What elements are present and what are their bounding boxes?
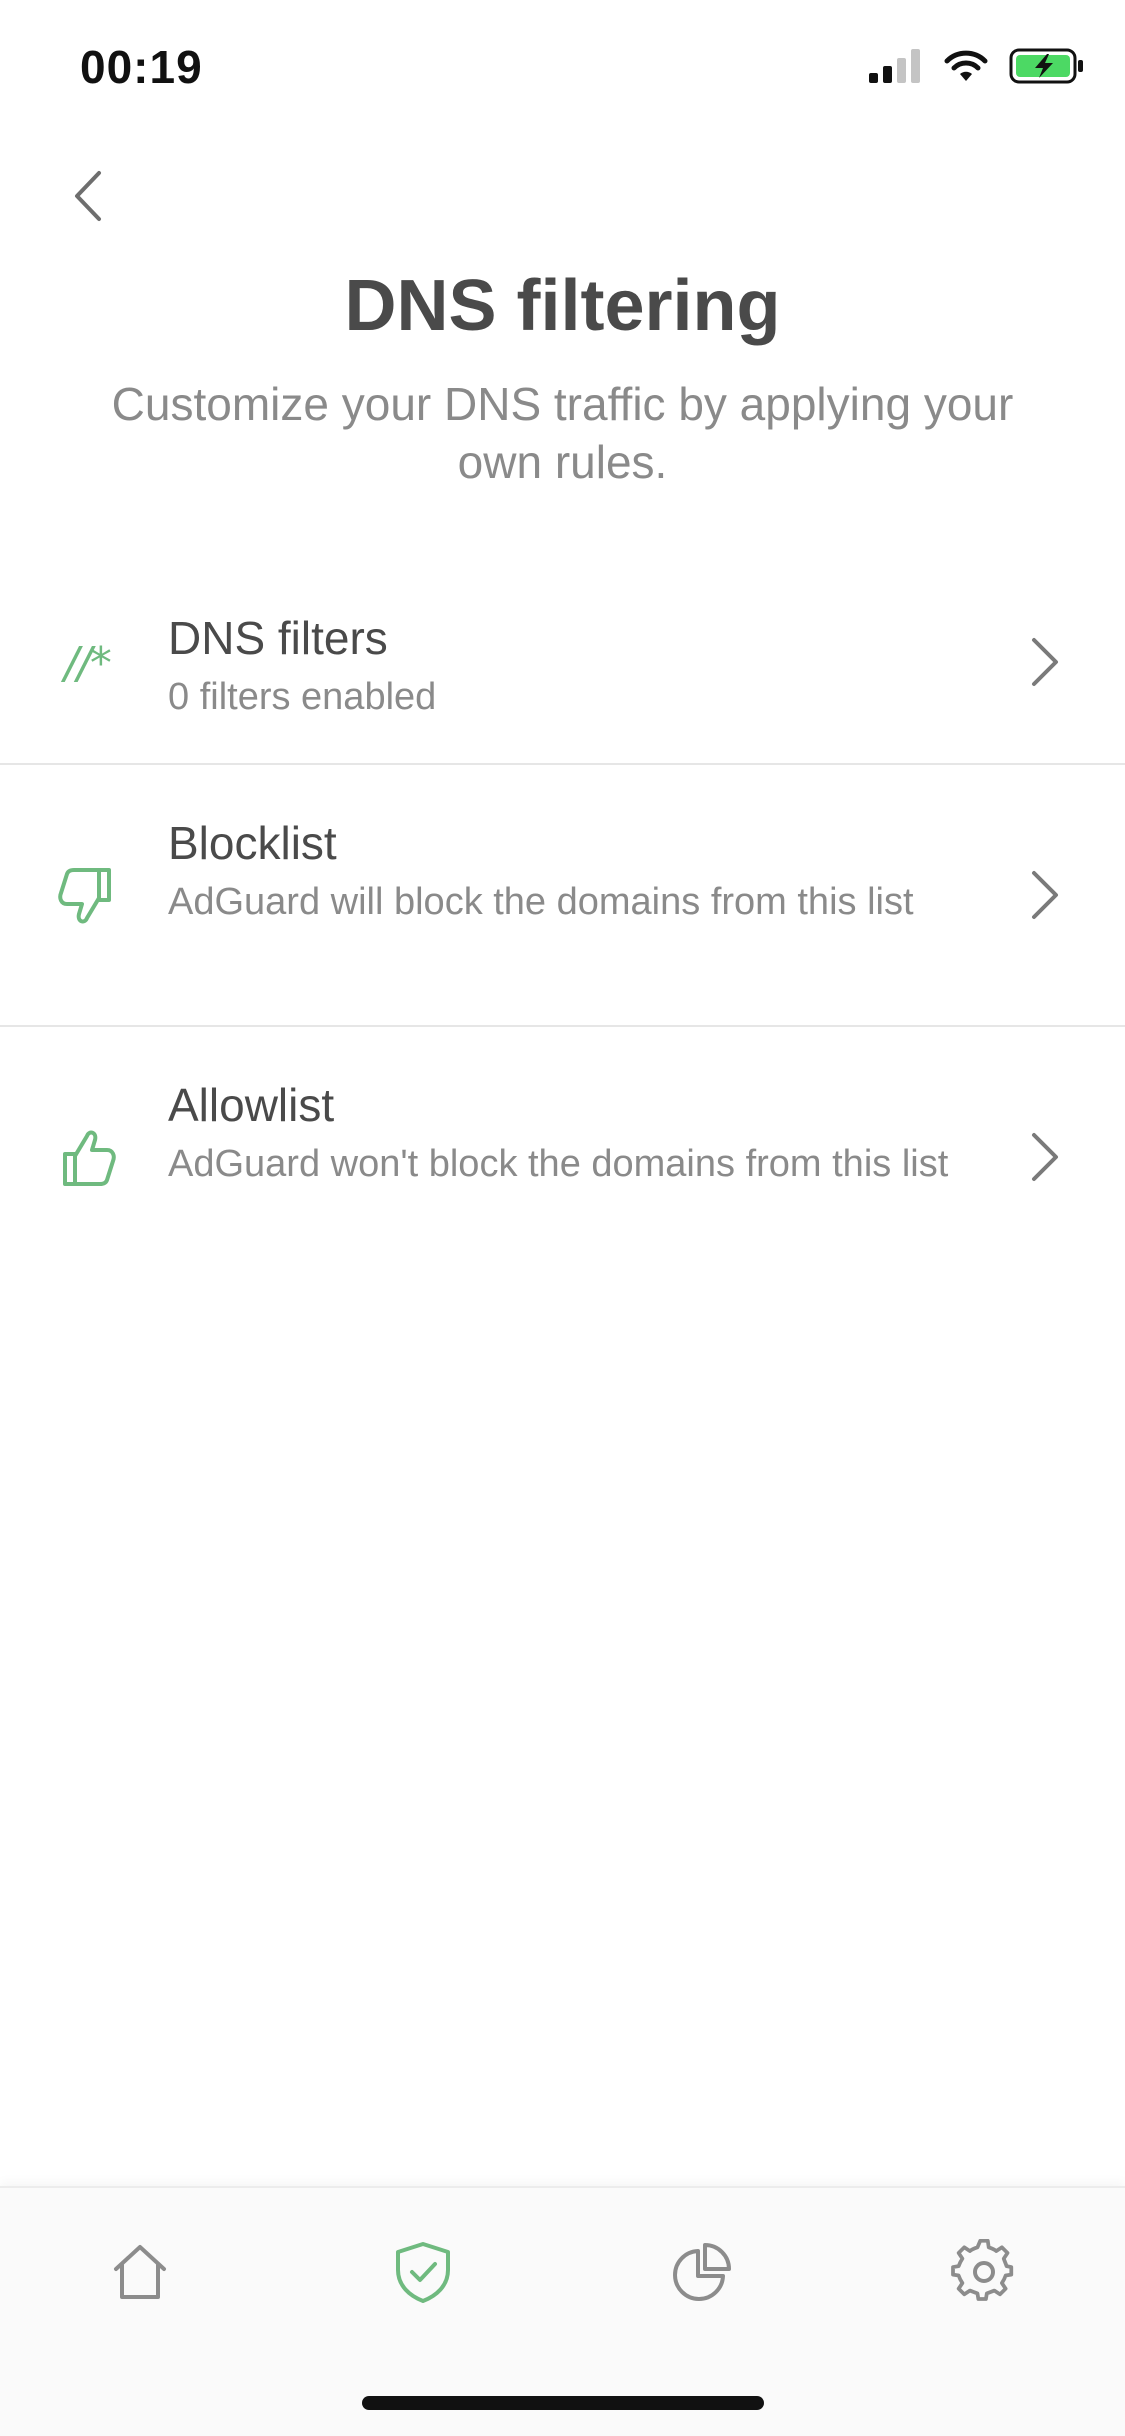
tab-settings[interactable]	[944, 2232, 1024, 2312]
chevron-right-icon	[1020, 1127, 1070, 1187]
shield-check-icon	[396, 2242, 450, 2303]
menu-item-title: Allowlist	[168, 1079, 335, 1131]
menu-item-title: Blocklist	[168, 817, 337, 869]
filters-icon: //*	[64, 637, 112, 689]
home-indicator	[362, 2396, 764, 2410]
gear-icon	[951, 2239, 1014, 2301]
menu-item-description: 0 filters enabled	[168, 676, 437, 718]
chevron-left-icon	[75, 171, 101, 221]
chevron-right-icon	[1020, 632, 1070, 692]
status-bar: 00:19	[0, 0, 1125, 130]
menu-item-allowlist[interactable]: Allowlist AdGuard won't block the domain…	[0, 1027, 1125, 1289]
tab-statistics[interactable]	[662, 2232, 742, 2312]
battery-charging-icon	[1009, 48, 1085, 89]
status-icons	[869, 48, 1085, 89]
status-time: 00:19	[80, 41, 203, 93]
menu-list: //* DNS filters 0 filters enabled Blockl…	[0, 560, 1125, 1289]
menu-item-description: AdGuard will block the domains from this…	[168, 881, 914, 923]
menu-item-title: DNS filters	[168, 612, 388, 664]
menu-item-description: AdGuard won't block the domains from thi…	[168, 1143, 949, 1185]
thumbs-up-icon	[52, 1123, 122, 1193]
page-subtitle: Customize your DNS traffic by applying y…	[111, 378, 1014, 488]
tab-home[interactable]	[100, 2232, 180, 2312]
thumbs-down-icon	[52, 861, 122, 931]
pie-chart-icon	[673, 2243, 731, 2301]
signal-icon	[869, 49, 923, 88]
wifi-icon	[943, 49, 989, 88]
menu-item-dns-filters[interactable]: //* DNS filters 0 filters enabled	[0, 560, 1125, 765]
back-button[interactable]	[58, 166, 118, 226]
home-icon	[114, 2245, 166, 2299]
chevron-right-icon	[1020, 865, 1070, 925]
tab-protection[interactable]	[383, 2232, 463, 2312]
menu-item-blocklist[interactable]: Blocklist AdGuard will block the domains…	[0, 765, 1125, 1027]
page-title: DNS filtering	[344, 266, 781, 346]
